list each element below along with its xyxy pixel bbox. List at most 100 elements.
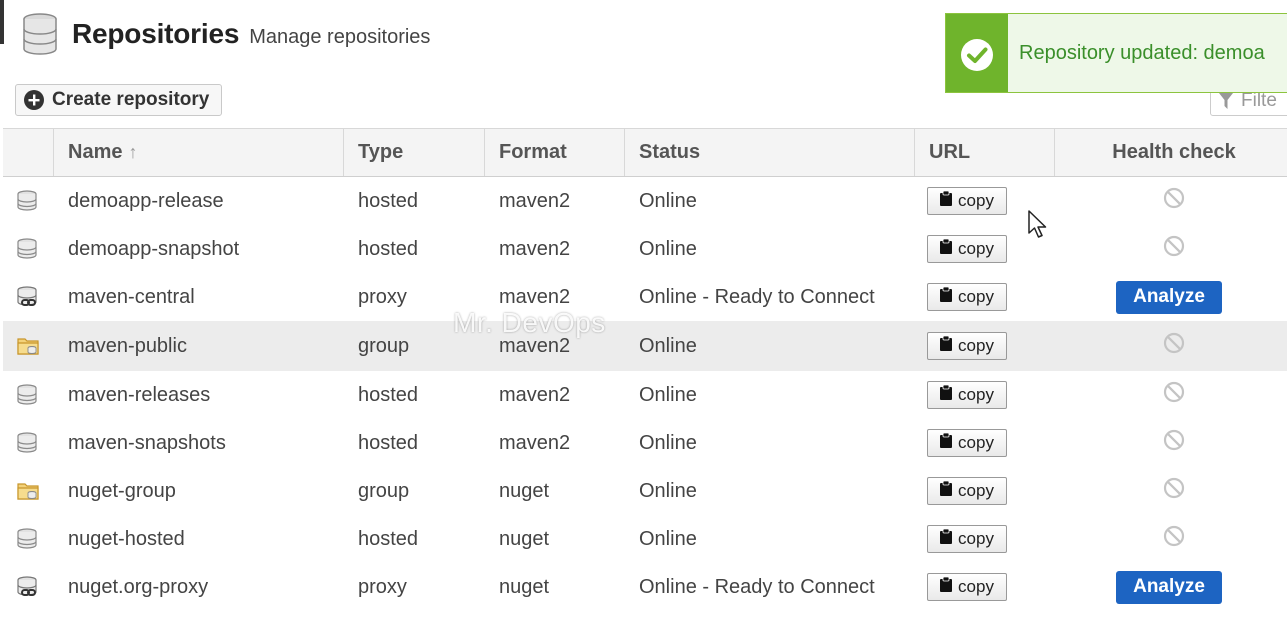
health-check-cell <box>1055 235 1287 263</box>
repository-status: Online <box>639 189 697 212</box>
repository-status: Online <box>639 383 697 406</box>
notification-message: Repository updated: demoa <box>1019 42 1265 64</box>
table-row[interactable]: maven-snapshots hosted maven2 Online cop… <box>3 419 1287 467</box>
repository-type: hosted <box>358 431 419 454</box>
copy-url-button[interactable]: copy <box>927 477 1007 505</box>
table-row[interactable]: nuget.org-proxy proxy nuget Online - Rea… <box>3 563 1287 611</box>
copy-url-button[interactable]: copy <box>927 381 1007 409</box>
table-row[interactable]: maven-releases hosted maven2 Online copy <box>3 371 1287 419</box>
repository-format: nuget <box>499 527 550 550</box>
create-repository-label: Create repository <box>52 89 210 110</box>
health-check-disabled-icon <box>1163 235 1185 263</box>
copy-url-button[interactable]: copy <box>927 235 1007 263</box>
window-edge <box>0 0 4 44</box>
url-cell: copy <box>915 381 1055 409</box>
repository-name: maven-snapshots <box>68 431 226 454</box>
clipboard-icon <box>940 432 958 453</box>
repository-format: maven2 <box>499 383 571 406</box>
repository-format: maven2 <box>499 189 571 212</box>
copy-url-button[interactable]: copy <box>927 187 1007 215</box>
database-icon <box>23 13 57 55</box>
table-body: demoapp-release hosted maven2 Online cop… <box>3 177 1287 611</box>
column-header-name[interactable]: Name ↑ <box>54 129 344 176</box>
create-repository-button[interactable]: Create repository <box>15 84 223 116</box>
url-cell: copy <box>915 477 1055 505</box>
repository-format: nuget <box>499 575 550 598</box>
health-check-cell <box>1055 525 1287 553</box>
health-check-disabled-icon <box>1163 429 1185 457</box>
filter-icon <box>1219 93 1233 109</box>
repository-name: nuget.org-proxy <box>68 575 209 598</box>
sort-ascending-icon: ↑ <box>128 142 138 162</box>
repository-name: demoapp-snapshot <box>68 237 240 260</box>
clipboard-icon <box>940 335 958 356</box>
repository-status: Online <box>639 237 697 260</box>
health-check-cell: Analyze <box>1055 570 1287 604</box>
repository-format: nuget <box>499 479 550 502</box>
clipboard-icon <box>940 190 958 211</box>
column-header-health-check[interactable]: Health check <box>1055 129 1287 176</box>
column-header-type[interactable]: Type <box>344 129 485 176</box>
repository-format: maven2 <box>499 334 571 357</box>
url-cell: copy <box>915 525 1055 553</box>
analyze-button[interactable]: Analyze <box>1116 280 1222 314</box>
column-format-label: Format <box>499 141 567 163</box>
table-row[interactable]: nuget-hosted hosted nuget Online copy <box>3 515 1287 563</box>
analyze-button[interactable]: Analyze <box>1116 570 1222 604</box>
copy-url-button[interactable]: copy <box>927 332 1007 360</box>
copy-label: copy <box>958 481 994 500</box>
repository-type: group <box>358 479 410 502</box>
column-type-label: Type <box>358 141 404 163</box>
table-row[interactable]: demoapp-release hosted maven2 Online cop… <box>3 177 1287 225</box>
table-row[interactable]: nuget-group group nuget Online copy <box>3 467 1287 515</box>
column-header-format[interactable]: Format <box>485 129 625 176</box>
column-health-label: Health check <box>1112 141 1236 163</box>
repositories-table: Name ↑ Type Format Status URL Health che… <box>3 128 1287 611</box>
repository-status: Online <box>639 334 697 357</box>
repository-type: hosted <box>358 189 419 212</box>
database-icon <box>3 238 54 260</box>
copy-url-button[interactable]: copy <box>927 525 1007 553</box>
repository-type: hosted <box>358 383 419 406</box>
copy-url-button[interactable]: copy <box>927 429 1007 457</box>
health-check-cell <box>1055 381 1287 409</box>
health-check-cell <box>1055 477 1287 505</box>
repository-type: hosted <box>358 237 419 260</box>
repository-name: maven-central <box>68 285 195 308</box>
repository-name: maven-releases <box>68 383 211 406</box>
health-check-cell: Analyze <box>1055 280 1287 314</box>
repository-type: group <box>358 334 410 357</box>
table-row[interactable]: maven-public group maven2 Online copy <box>3 321 1287 371</box>
health-check-disabled-icon <box>1163 187 1185 215</box>
mouse-cursor-icon <box>1028 210 1047 238</box>
column-header-status[interactable]: Status <box>625 129 915 176</box>
copy-label: copy <box>958 577 994 596</box>
clipboard-icon <box>940 528 958 549</box>
health-check-disabled-icon <box>1163 332 1185 360</box>
check-circle-icon <box>961 39 993 71</box>
copy-url-button[interactable]: copy <box>927 283 1007 311</box>
copy-label: copy <box>958 336 994 355</box>
health-check-disabled-icon <box>1163 477 1185 505</box>
table-header: Name ↑ Type Format Status URL Health che… <box>3 128 1287 177</box>
repository-status: Online - Ready to Connect <box>639 575 875 598</box>
column-name-label: Name <box>68 141 123 163</box>
url-cell: copy <box>915 429 1055 457</box>
table-row[interactable]: maven-central proxy maven2 Online - Read… <box>3 273 1287 321</box>
clipboard-icon <box>940 576 958 597</box>
clipboard-icon <box>940 384 958 405</box>
repository-name: nuget-group <box>68 479 176 502</box>
column-header-url[interactable]: URL <box>915 129 1055 176</box>
proxy-database-icon <box>3 286 54 308</box>
repository-format: maven2 <box>499 285 571 308</box>
url-cell: copy <box>915 283 1055 311</box>
database-icon <box>3 190 54 212</box>
success-notification[interactable]: Repository updated: demoa <box>945 13 1287 93</box>
page-title: Repositories <box>72 18 240 49</box>
repository-format: maven2 <box>499 431 571 454</box>
copy-label: copy <box>958 529 994 548</box>
copy-url-button[interactable]: copy <box>927 573 1007 601</box>
database-icon <box>3 384 54 406</box>
table-row[interactable]: demoapp-snapshot hosted maven2 Online co… <box>3 225 1287 273</box>
health-check-cell <box>1055 429 1287 457</box>
